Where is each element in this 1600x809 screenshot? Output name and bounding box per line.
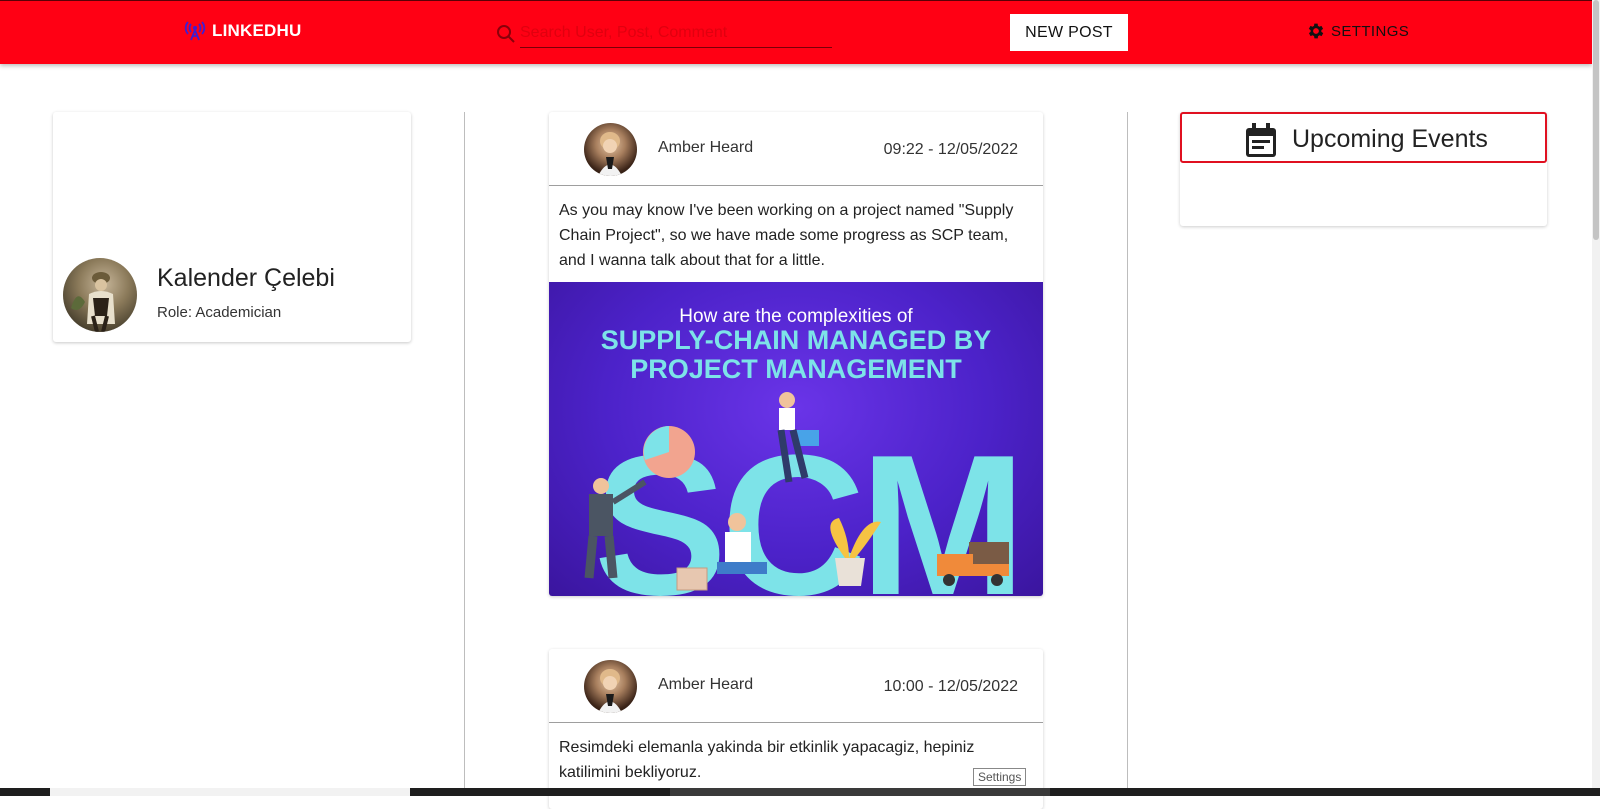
- gear-icon: [1308, 23, 1324, 39]
- avatar-illustration: [598, 132, 622, 176]
- avatar[interactable]: [584, 123, 637, 176]
- top-app-bar: LINKEDHU NEW POST SETTINGS: [0, 0, 1592, 64]
- post-header: Amber Heard 10:00 - 12/05/2022: [549, 649, 1043, 723]
- profile-name: Kalender Çelebi: [157, 264, 335, 292]
- search-input[interactable]: [520, 19, 832, 48]
- avatar-illustration: [598, 669, 622, 713]
- column-divider-right: [1127, 112, 1128, 796]
- image-caption-line3: PROJECT MANAGEMENT: [630, 354, 962, 384]
- settings-tooltip: Settings: [973, 768, 1027, 786]
- post-text: Resimdeki elemanla yakinda bir etkinlik …: [559, 739, 975, 781]
- taskbar: [0, 788, 1600, 796]
- post-card: Amber Heard 09:22 - 12/05/2022 As you ma…: [549, 112, 1043, 596]
- post-author[interactable]: Amber Heard: [658, 139, 753, 157]
- scm-illustration: How are the complexities of SUPPLY-CHAIN…: [584, 306, 1026, 596]
- profile-card: Kalender Çelebi Role: Academician: [53, 112, 411, 342]
- image-caption-line2: SUPPLY-CHAIN MANAGED BY: [601, 325, 992, 355]
- avatar[interactable]: [584, 660, 637, 713]
- profile-role: Role: Academician: [157, 304, 282, 321]
- post-image[interactable]: How are the complexities of SUPPLY-CHAIN…: [549, 282, 1043, 596]
- search-box: [496, 19, 834, 49]
- upcoming-events-card: Upcoming Events: [1180, 112, 1547, 226]
- post-text: As you may know I've been working on a p…: [559, 202, 1014, 269]
- search-icon: [497, 25, 515, 43]
- post-author[interactable]: Amber Heard: [658, 676, 753, 694]
- avatar-illustration: [71, 272, 115, 332]
- column-divider-left: [464, 112, 465, 796]
- broadcast-icon: [184, 21, 206, 41]
- post-timestamp: 10:00 - 12/05/2022: [883, 678, 1018, 695]
- image-caption-line1: How are the complexities of: [679, 306, 913, 327]
- calendar-icon: [1246, 123, 1276, 157]
- taskbar-item[interactable]: [50, 788, 410, 796]
- post-timestamp: 09:22 - 12/05/2022: [883, 141, 1018, 158]
- avatar[interactable]: [63, 258, 137, 332]
- settings-label: SETTINGS: [1331, 22, 1410, 40]
- scrollbar-thumb[interactable]: [1593, 0, 1599, 240]
- settings-button[interactable]: SETTINGS: [1306, 21, 1409, 41]
- post-card: Amber Heard 10:00 - 12/05/2022 Resimdeki…: [549, 649, 1043, 809]
- brand-name: LINKEDHU: [212, 21, 302, 40]
- brand-logo[interactable]: LINKEDHU: [184, 21, 301, 41]
- post-header: Amber Heard 09:22 - 12/05/2022: [549, 112, 1043, 186]
- taskbar-item[interactable]: [670, 788, 1050, 796]
- new-post-button[interactable]: NEW POST: [1010, 14, 1128, 51]
- upcoming-events-title: Upcoming Events: [1292, 125, 1488, 153]
- upcoming-events-header[interactable]: Upcoming Events: [1180, 112, 1547, 163]
